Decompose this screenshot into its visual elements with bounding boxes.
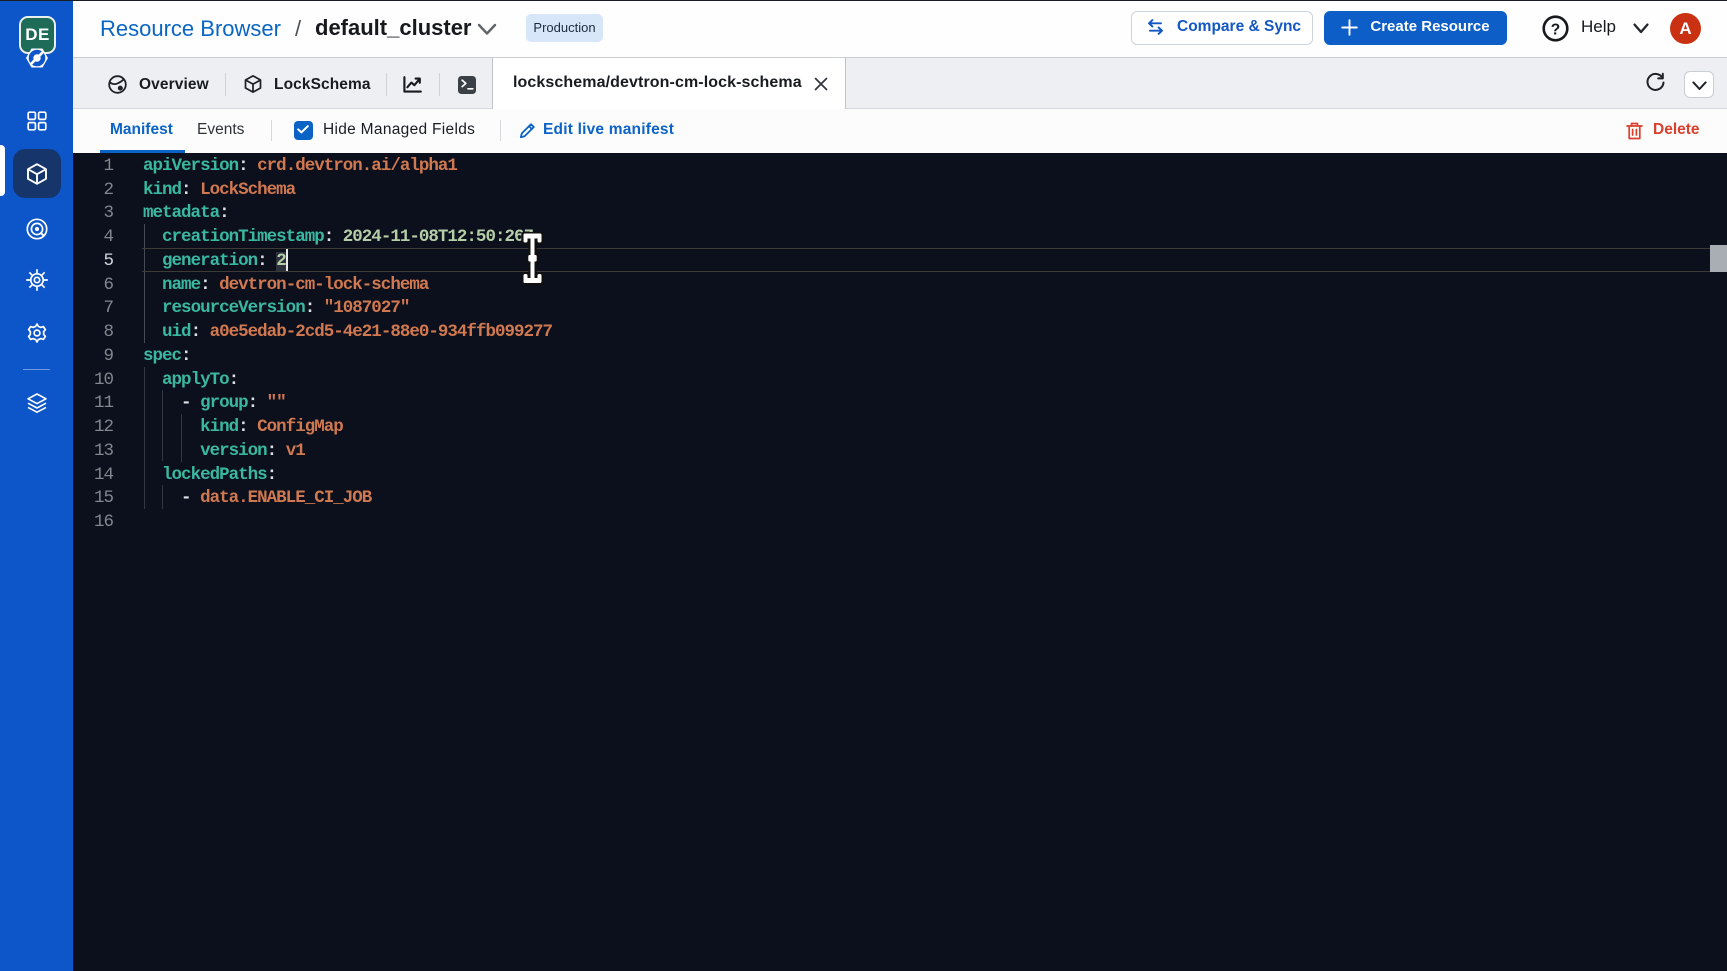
svg-text:?: ? xyxy=(1551,22,1560,39)
